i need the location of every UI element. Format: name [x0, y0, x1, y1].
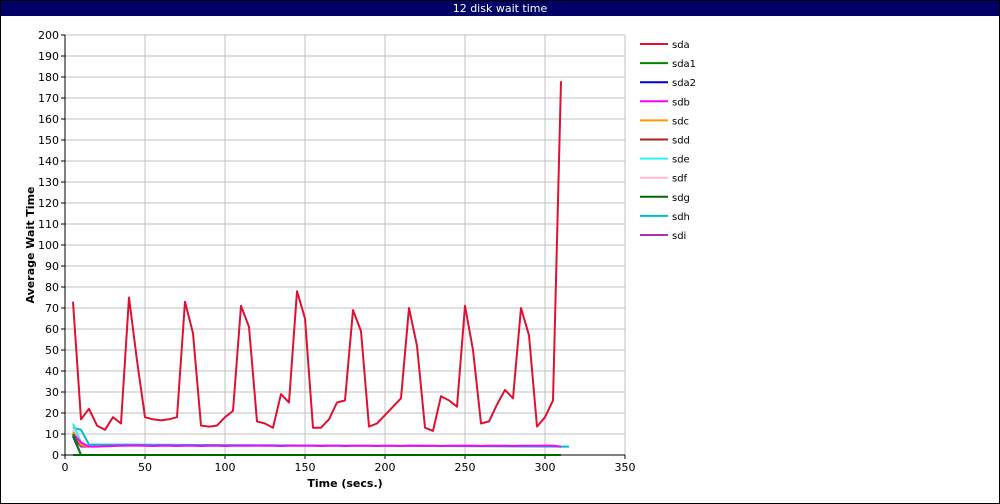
- y-tick-label: 0: [52, 449, 59, 462]
- y-tick-label: 110: [38, 218, 59, 231]
- legend-label-sde: sde: [672, 155, 690, 166]
- legend-label-sdg: sdg: [672, 193, 690, 204]
- y-tick-label: 20: [45, 407, 59, 420]
- legend: sda sda1 sda2 sdb sdc sdd sde sdf sdg sdh sdi: [640, 40, 696, 242]
- y-tick-label: 100: [38, 239, 59, 252]
- y-axis-label: Average Wait Time: [24, 187, 37, 304]
- y-tick-label: 40: [45, 365, 59, 378]
- y-tick-label: 160: [38, 113, 59, 126]
- legend-label-sdh: sdh: [672, 212, 690, 223]
- y-tick-label: 130: [38, 176, 59, 189]
- y-tick-label: 140: [38, 155, 59, 168]
- x-tick-label: 0: [62, 461, 69, 474]
- legend-label-sda: sda: [672, 40, 690, 51]
- y-tick-label: 170: [38, 92, 59, 105]
- y-tick-label: 180: [38, 71, 59, 84]
- x-tick-label: 150: [295, 461, 316, 474]
- y-tick-label: 80: [45, 281, 59, 294]
- y-tick-label: 30: [45, 386, 59, 399]
- y-tick-label: 60: [45, 323, 59, 336]
- x-tick-label: 250: [455, 461, 476, 474]
- y-tick-label: 150: [38, 134, 59, 147]
- y-tick-label: 70: [45, 302, 59, 315]
- x-tick-label: 350: [615, 461, 636, 474]
- x-tick-label: 300: [535, 461, 556, 474]
- y-tick-label: 10: [45, 428, 59, 441]
- y-tick-label: 50: [45, 344, 59, 357]
- x-axis-label: Time (secs.): [307, 477, 382, 490]
- legend-label-sdf: sdf: [672, 174, 688, 185]
- legend-label-sdb: sdb: [672, 97, 690, 108]
- y-tick-label: 90: [45, 260, 59, 273]
- y-tick-label: 190: [38, 50, 59, 63]
- legend-label-sda2: sda2: [672, 78, 696, 89]
- chart-canvas: 0 10 20 30 40 50 60 70 80 90 100 110 120 130 140 150 160…: [24, 29, 696, 490]
- y-tick-label: 200: [38, 29, 59, 42]
- x-tick-label: 50: [138, 461, 152, 474]
- x-tick-label: 100: [215, 461, 236, 474]
- legend-label-sdc: sdc: [672, 116, 689, 127]
- x-tick-label: 200: [375, 461, 396, 474]
- legend-label-sda1: sda1: [672, 59, 696, 70]
- y-tick-label: 120: [38, 197, 59, 210]
- legend-label-sdd: sdd: [672, 136, 690, 147]
- legend-label-sdi: sdi: [672, 231, 686, 242]
